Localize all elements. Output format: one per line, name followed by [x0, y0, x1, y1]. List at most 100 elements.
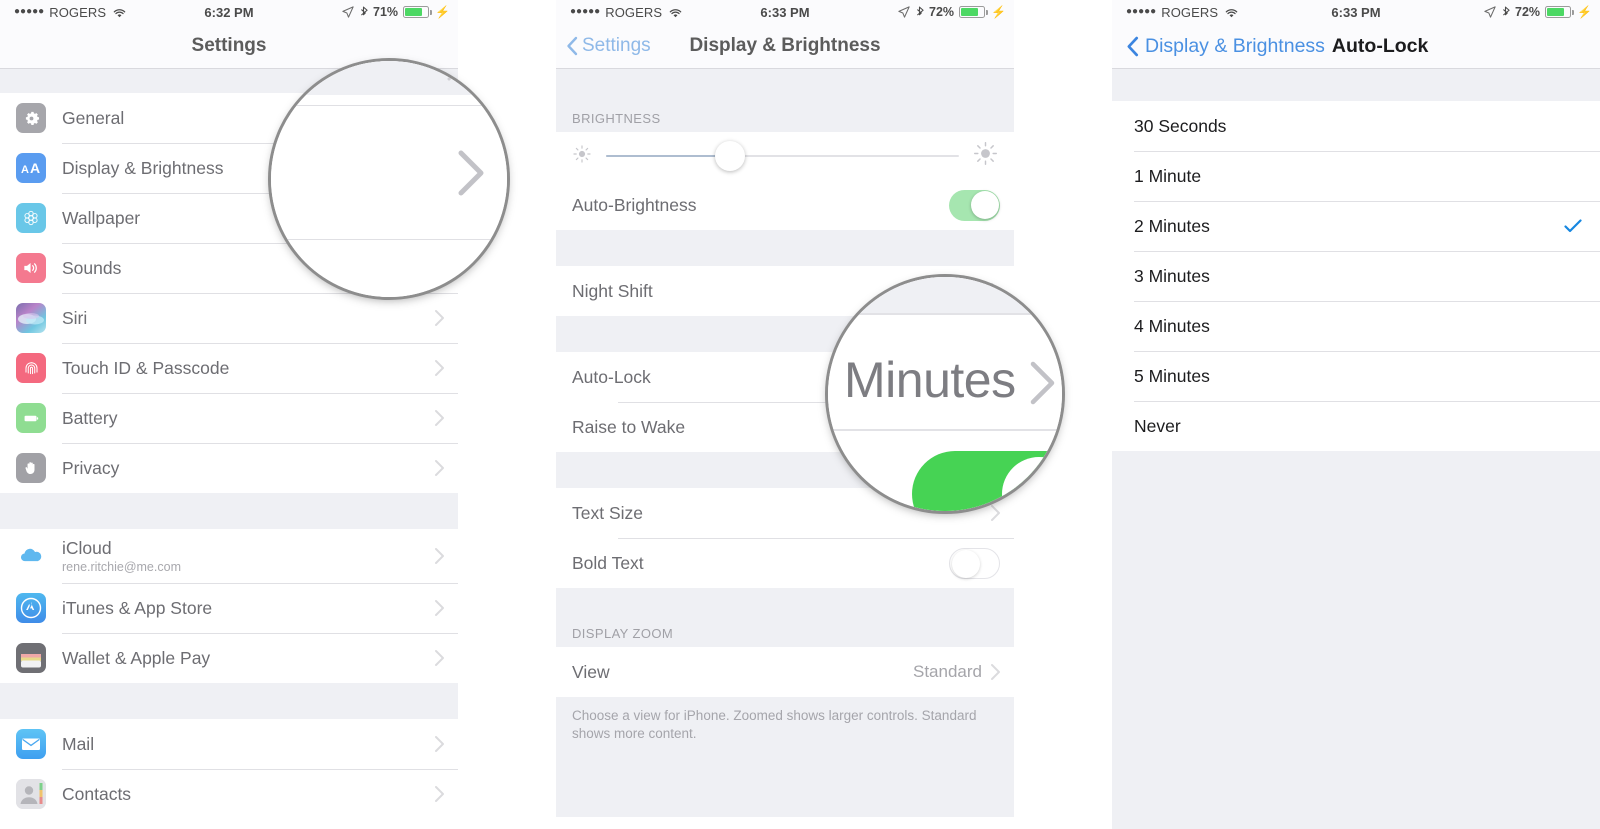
- list-item-label: Mail: [62, 733, 95, 754]
- chevron-right-icon: [435, 460, 444, 476]
- brightness-slider-fill: [606, 155, 730, 157]
- group-spacer: [556, 757, 1014, 818]
- list-item-touch-id-passcode[interactable]: Touch ID & Passcode: [0, 343, 458, 393]
- brightness-slider-knob[interactable]: [714, 141, 745, 171]
- list-item-option-never[interactable]: Never: [1112, 401, 1600, 451]
- list-item-label: Auto-Lock: [572, 366, 651, 387]
- sun-large-icon: [973, 141, 998, 171]
- magnified-content: [271, 61, 507, 297]
- lightning-bolt-icon: ⚡: [435, 5, 450, 19]
- list-item-itunes-app-store[interactable]: iTunes & App Store: [0, 583, 458, 633]
- option-label: 5 Minutes: [1134, 365, 1210, 386]
- location-arrow-icon: [342, 6, 354, 18]
- list-item-label: Wallet & Apple Pay: [62, 647, 211, 668]
- list-item-option-2-minutes[interactable]: 2 Minutes: [1112, 201, 1600, 251]
- chevron-right-icon: [435, 600, 444, 616]
- battery-percent-label: 72%: [929, 5, 955, 19]
- option-label: 4 Minutes: [1134, 315, 1210, 336]
- list-item-privacy[interactable]: Privacy: [0, 443, 458, 493]
- chevron-left-icon[interactable]: [1126, 36, 1139, 57]
- bluetooth-icon: [359, 6, 368, 19]
- siri-icon: [16, 303, 46, 333]
- list-item-label: Raise to Wake: [572, 416, 686, 437]
- chevron-right-icon: [991, 664, 1000, 680]
- contacts-icon: [16, 779, 46, 809]
- section-header-brightness: BRIGHTNESS: [556, 93, 1014, 132]
- page-title: Auto-Lock: [1331, 34, 1429, 57]
- page-title: Display & Brightness: [689, 35, 881, 56]
- location-arrow-icon: [898, 6, 910, 18]
- list-item-icloud[interactable]: iCloud rene.ritchie@me.com: [0, 529, 458, 583]
- list-item-option-1-minute[interactable]: 1 Minute: [1112, 151, 1600, 201]
- magnifier-loupe-display-brightness: [271, 61, 507, 297]
- list-item-auto-brightness[interactable]: Auto-Brightness: [556, 180, 1014, 230]
- list-item-option-4-minutes[interactable]: 4 Minutes: [1112, 301, 1600, 351]
- list-item-label: General: [62, 107, 125, 128]
- screenshot-stage: ●●●●● ROGERS 6:32 PM 71% ⚡ Settings Gene…: [0, 0, 1600, 829]
- list-item-sublabel: rene.ritchie@me.com: [62, 560, 181, 574]
- list-item-option-30-seconds[interactable]: 30 Seconds: [1112, 101, 1600, 151]
- magnified-content: Minutes: [828, 277, 1062, 511]
- list-item-label: View: [572, 661, 610, 682]
- group-spacer: [1112, 69, 1600, 101]
- list-item-label: iTunes & App Store: [62, 597, 213, 618]
- sun-small-icon: [572, 144, 592, 169]
- back-button-label[interactable]: Display & Brightness: [1145, 35, 1325, 58]
- list-item-wallet-apple-pay[interactable]: Wallet & Apple Pay: [0, 633, 458, 683]
- auto-lock-options-list: 30 Seconds 1 Minute 2 Minutes 3 Minutes …: [1112, 101, 1600, 451]
- icloud-icon: [16, 541, 46, 571]
- list-item-label: Bold Text: [572, 552, 644, 573]
- lightning-bolt-icon: ⚡: [1577, 5, 1592, 19]
- list-item-label: Night Shift: [572, 280, 653, 301]
- auto-brightness-toggle[interactable]: [949, 189, 1000, 221]
- status-bar: ●●●●● ROGERS 6:32 PM 71% ⚡: [0, 0, 458, 24]
- fingerprint-icon: [16, 353, 46, 383]
- option-label: 1 Minute: [1134, 165, 1202, 186]
- settings-group-accounts: iCloud rene.ritchie@me.com iTunes & App …: [0, 529, 458, 683]
- page-title: Settings: [191, 35, 267, 56]
- group-spacer: [0, 493, 458, 529]
- list-item-label: Wallpaper: [62, 207, 141, 228]
- battery-percent-label: 72%: [1515, 5, 1541, 19]
- list-item-label: Auto-Brightness: [572, 194, 697, 215]
- group-spacer: [556, 230, 1014, 266]
- status-bar-right: 72% ⚡: [898, 5, 1006, 19]
- settings-group-apps: Mail Contacts: [0, 719, 458, 819]
- list-item-label: Privacy: [62, 457, 120, 478]
- location-arrow-icon: [1484, 6, 1496, 18]
- chevron-right-icon: [435, 310, 444, 326]
- list-item-option-3-minutes[interactable]: 3 Minutes: [1112, 251, 1600, 301]
- option-label: 30 Seconds: [1134, 115, 1227, 136]
- bold-text-toggle[interactable]: [949, 547, 1000, 579]
- speaker-icon: [16, 253, 46, 283]
- status-bar: ●●●●● ROGERS 6:33 PM 72% ⚡: [556, 0, 1014, 24]
- list-item-battery[interactable]: Battery: [0, 393, 458, 443]
- chevron-right-icon: [435, 410, 444, 426]
- brightness-slider-row[interactable]: [556, 132, 1014, 180]
- list-item-siri[interactable]: Siri: [0, 293, 458, 343]
- list-item-label: Display & Brightness: [62, 157, 224, 178]
- list-item-option-5-minutes[interactable]: 5 Minutes: [1112, 351, 1600, 401]
- appstore-icon: [16, 593, 46, 623]
- mail-icon: [16, 729, 46, 759]
- list-item-view[interactable]: View Standard: [556, 647, 1014, 697]
- gear-icon: [16, 103, 46, 133]
- phone-panel-auto-lock: ●●●●● ROGERS 6:33 PM 72% ⚡ Display & Bri…: [1112, 0, 1600, 829]
- hand-icon: [16, 453, 46, 483]
- bluetooth-icon: [915, 6, 924, 19]
- list-item-mail[interactable]: Mail: [0, 719, 458, 769]
- status-bar-right: 72% ⚡: [1484, 5, 1592, 19]
- list-item-contacts[interactable]: Contacts: [0, 769, 458, 819]
- bluetooth-icon: [1501, 6, 1510, 19]
- option-label: Never: [1134, 415, 1181, 436]
- chevron-right-icon: [435, 548, 444, 564]
- wallet-icon: [16, 643, 46, 673]
- brightness-slider-track[interactable]: [606, 141, 959, 171]
- text-size-icon: AA: [16, 153, 46, 183]
- list-item-label: Contacts: [62, 783, 132, 804]
- chevron-right-icon: [1030, 361, 1056, 405]
- list-item-bold-text[interactable]: Bold Text: [556, 538, 1014, 588]
- wallpaper-icon: [16, 203, 46, 233]
- magnified-chevron-partial-icon: [445, 61, 471, 83]
- chevron-right-icon: [435, 786, 444, 802]
